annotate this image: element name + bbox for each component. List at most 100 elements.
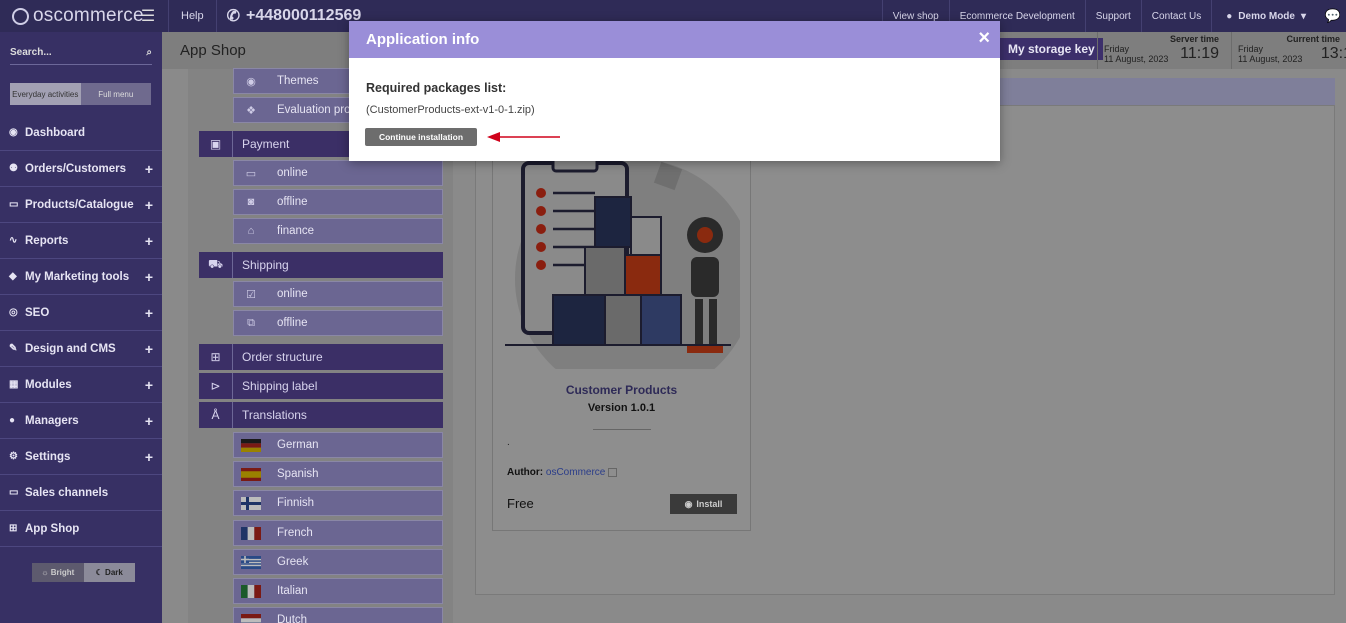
sidebar-item-reports[interactable]: ∿ Reports + xyxy=(0,223,162,259)
category-label: online xyxy=(277,288,308,300)
bright-label: Bright xyxy=(50,568,75,577)
eye-icon: ◉ xyxy=(684,498,693,509)
sidebar-item-design-cms[interactable]: ✎ Design and CMS + xyxy=(0,331,162,367)
user-label: Demo Mode xyxy=(1238,10,1295,22)
category-order-structure[interactable]: ⊞ Order structure xyxy=(199,344,443,370)
expand-icon[interactable]: + xyxy=(145,269,153,285)
folder-icon: ▭ xyxy=(9,199,19,210)
app-description: . xyxy=(507,437,510,448)
sidebar-item-label: Products/Catalogue xyxy=(25,198,134,211)
app-card: Customer Products Version 1.0.1 . Author… xyxy=(492,140,751,531)
language-label: Spanish xyxy=(277,468,319,480)
app-version: Version 1.0.1 xyxy=(587,402,656,414)
sidebar-item-seo[interactable]: ◎ SEO + xyxy=(0,295,162,331)
search-field[interactable]: Search... ⌕ xyxy=(10,41,152,65)
truck-icon: ⛟ xyxy=(199,252,233,278)
help-link[interactable]: Help xyxy=(168,0,217,32)
moon-icon: ☾ xyxy=(95,568,106,577)
category-shipping-offline[interactable]: ⧉ offline xyxy=(233,310,443,336)
expand-icon[interactable]: + xyxy=(145,341,153,357)
sidebar-item-label: Managers xyxy=(25,414,79,427)
category-payment-finance[interactable]: ⌂ finance xyxy=(233,218,443,244)
sidebar-item-label: Reports xyxy=(25,234,69,247)
server-clock: 11:19 xyxy=(1180,45,1219,62)
everyday-activities-button[interactable]: Everyday activities xyxy=(10,83,81,105)
language-italian[interactable]: Italian xyxy=(233,578,443,604)
label-icon: ⊳ xyxy=(199,373,233,399)
language-french[interactable]: French xyxy=(233,520,443,546)
app-title[interactable]: Customer Products xyxy=(493,383,750,397)
logo-icon xyxy=(12,7,29,25)
sidebar-item-label: Orders/Customers xyxy=(25,162,126,175)
category-payment-offline[interactable]: ◙ offline xyxy=(233,189,443,215)
sidebar-item-label: My Marketing tools xyxy=(25,270,130,283)
sidebar-item-marketing[interactable]: ◆ My Marketing tools + xyxy=(0,259,162,295)
sidebar-item-app-shop[interactable]: ⊞ App Shop xyxy=(0,511,162,547)
sidebar: Search... ⌕ Everyday activities Full men… xyxy=(0,32,162,623)
close-icon[interactable]: × xyxy=(978,28,990,48)
full-menu-button[interactable]: Full menu xyxy=(80,83,151,105)
expand-icon[interactable]: + xyxy=(145,197,153,213)
language-greek[interactable]: Greek xyxy=(233,549,443,575)
sidebar-item-modules[interactable]: ▦ Modules + xyxy=(0,367,162,403)
sidebar-item-products-catalogue[interactable]: ▭ Products/Catalogue + xyxy=(0,187,162,223)
language-label: Italian xyxy=(277,585,308,597)
category-label: online xyxy=(277,167,308,179)
language-german[interactable]: German xyxy=(233,432,443,458)
cart-icon: ⊞ xyxy=(9,523,18,534)
modal-header: Application info × xyxy=(349,21,1000,58)
bright-theme-button[interactable]: ☼ Bright xyxy=(32,563,84,582)
search-input[interactable]: Search... xyxy=(10,47,52,58)
phone-number[interactable]: ✆ +448000112569 xyxy=(227,6,362,26)
sidebar-item-managers[interactable]: ● Managers + xyxy=(0,403,162,439)
sidebar-item-dashboard[interactable]: ◉ Dashboard xyxy=(0,115,162,151)
expand-icon[interactable]: + xyxy=(145,305,153,321)
author-label: Author: xyxy=(507,467,544,478)
netherlands-flag-icon xyxy=(241,613,261,623)
category-payment-online[interactable]: ▭ online xyxy=(233,160,443,186)
sun-icon: ☼ xyxy=(41,568,51,577)
card-icon: ▭ xyxy=(245,167,257,180)
checkbox-icon: ☑ xyxy=(246,288,256,301)
sidebar-item-settings[interactable]: ⚙ Settings + xyxy=(0,439,162,475)
spain-flag-icon xyxy=(241,467,261,481)
continue-installation-button[interactable]: Continue installation xyxy=(365,128,477,146)
user-menu[interactable]: ● Demo Mode ▾ xyxy=(1211,0,1320,32)
dark-label: Dark xyxy=(105,568,123,577)
storage-key-button[interactable]: My storage key xyxy=(1000,38,1103,60)
chart-icon: ∿ xyxy=(9,235,18,246)
expand-icon[interactable]: + xyxy=(145,449,153,465)
chat-icon[interactable]: 💬 xyxy=(1320,0,1346,32)
sidebar-item-orders-customers[interactable]: ⚉ Orders/Customers + xyxy=(0,151,162,187)
logo-text: oscommerce xyxy=(33,5,144,26)
theme-toggle: ☼ Bright ☾ Dark xyxy=(32,563,135,582)
language-finnish[interactable]: Finnish xyxy=(233,490,443,516)
author-link[interactable]: osCommerce xyxy=(546,467,605,478)
contact-us-link[interactable]: Contact Us xyxy=(1140,0,1211,32)
hamburger-menu-icon[interactable]: ☰ xyxy=(136,0,160,32)
sidebar-item-sales-channels[interactable]: ▭ Sales channels xyxy=(0,475,162,511)
category-translations[interactable]: Å Translations xyxy=(199,402,443,428)
expand-icon[interactable]: + xyxy=(145,413,153,429)
search-icon[interactable]: ⌕ xyxy=(146,47,152,58)
brush-icon: ✎ xyxy=(9,343,18,354)
language-spanish[interactable]: Spanish xyxy=(233,461,443,487)
expand-icon[interactable]: + xyxy=(145,233,153,249)
finland-flag-icon xyxy=(241,496,261,510)
language-label: German xyxy=(277,439,319,451)
install-button[interactable]: ◉ Install xyxy=(670,494,737,514)
category-shipping[interactable]: ⛟ Shipping xyxy=(199,252,443,278)
monitor-icon: ▭ xyxy=(9,487,19,498)
sidebar-item-label: Design and CMS xyxy=(25,342,116,355)
app-author: Author: osCommerce xyxy=(507,467,618,478)
category-shipping-label[interactable]: ⊳ Shipping label xyxy=(199,373,443,399)
divider xyxy=(593,429,651,430)
caret-down-icon: ▾ xyxy=(1300,10,1306,22)
category-shipping-online[interactable]: ☑ online xyxy=(233,281,443,307)
dark-theme-button[interactable]: ☾ Dark xyxy=(83,563,135,582)
support-link[interactable]: Support xyxy=(1084,0,1141,32)
sidebar-item-label: Sales channels xyxy=(25,486,109,499)
language-dutch[interactable]: Dutch xyxy=(233,607,443,623)
expand-icon[interactable]: + xyxy=(145,377,153,393)
expand-icon[interactable]: + xyxy=(145,161,153,177)
